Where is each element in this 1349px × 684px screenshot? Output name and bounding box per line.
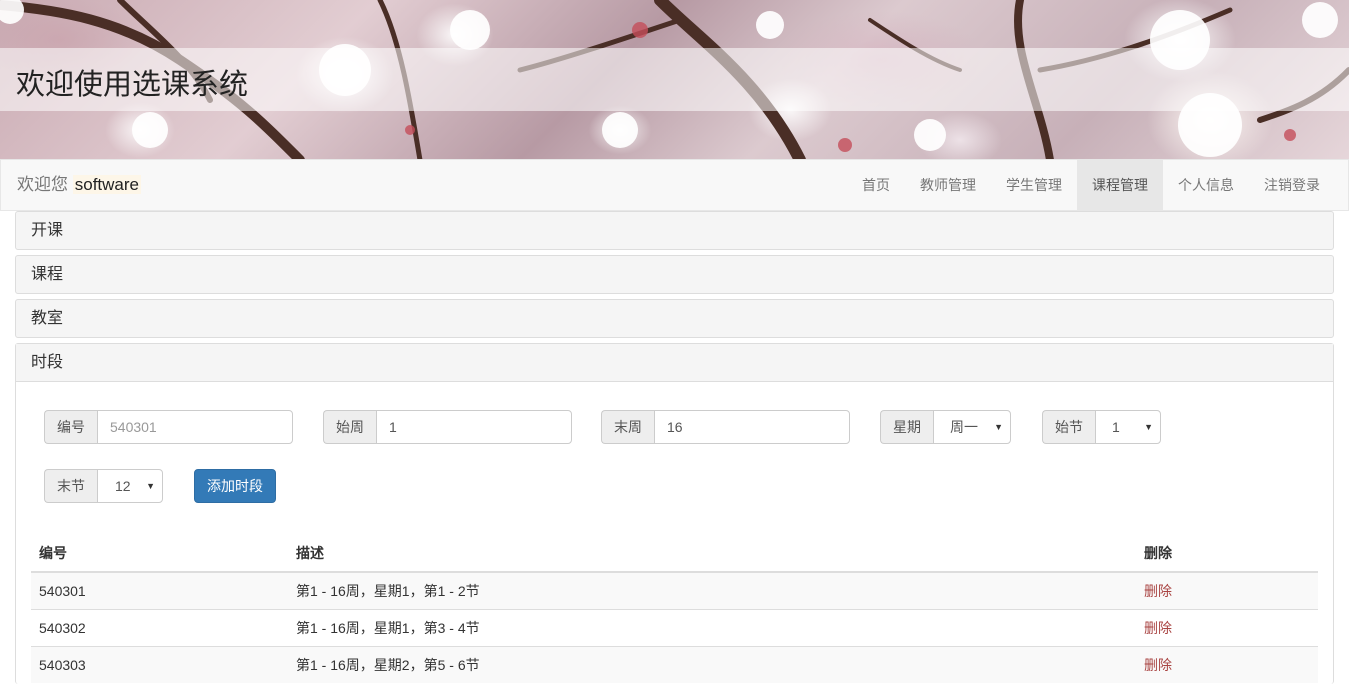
start-period-select-group: 始节 1 ▼	[1042, 410, 1161, 444]
table-row: 540302 第1 - 16周，星期1，第3 - 4节 删除	[31, 609, 1318, 647]
panel-heading-time-slot[interactable]: 时段	[16, 344, 1333, 382]
start-week-input[interactable]	[376, 410, 572, 444]
column-header-description: 描述	[288, 535, 1136, 573]
cell-description: 第1 - 16周，星期1，第1 - 2节	[288, 571, 1136, 610]
delete-link[interactable]: 删除	[1144, 620, 1172, 636]
weekday-select-group: 星期 周一 ▼	[880, 410, 1011, 444]
nav-item-course-management[interactable]: 课程管理	[1077, 160, 1163, 210]
cell-id: 540303	[31, 646, 288, 683]
table-header-row: 编号 描述 删除	[31, 535, 1318, 573]
end-period-select[interactable]: 12 ▼	[97, 469, 163, 503]
id-label: 编号	[44, 410, 97, 444]
cell-id: 540302	[31, 609, 288, 647]
cell-description: 第1 - 16周，星期1，第3 - 4节	[288, 609, 1136, 647]
end-week-input-group: 末周	[601, 410, 850, 444]
weekday-select[interactable]: 周一 ▼	[933, 410, 1011, 444]
nav-item-personal-info[interactable]: 个人信息	[1163, 160, 1249, 210]
cell-id: 540301	[31, 571, 288, 610]
delete-link[interactable]: 删除	[1144, 583, 1172, 599]
panel-open-course: 开课	[15, 211, 1334, 250]
chevron-down-icon: ▼	[1144, 422, 1153, 432]
end-period-selected-value: 12	[115, 478, 131, 494]
id-input[interactable]	[97, 410, 293, 444]
nav-item-teacher-management[interactable]: 教师管理	[905, 160, 991, 210]
nav-item-logout[interactable]: 注销登录	[1249, 160, 1335, 210]
site-title: 欢迎使用选课系统	[16, 67, 249, 101]
panel-course: 课程	[15, 255, 1334, 294]
welcome-prefix: 欢迎您	[17, 175, 68, 194]
table-row: 540301 第1 - 16周，星期1，第1 - 2节 删除	[31, 571, 1318, 610]
chevron-down-icon: ▼	[146, 481, 155, 491]
panel-classroom: 教室	[15, 299, 1334, 338]
start-period-selected-value: 1	[1112, 419, 1120, 435]
top-navbar: 欢迎您 software 首页 教师管理 学生管理 课程管理 个人信息 注销登录	[0, 159, 1349, 211]
time-slot-table: 编号 描述 删除 540301 第1 - 16周，星期1，第1 - 2节 删除 …	[31, 535, 1318, 683]
header-banner: 欢迎使用选课系统	[0, 0, 1349, 160]
start-period-select[interactable]: 1 ▼	[1095, 410, 1161, 444]
panel-heading-open-course[interactable]: 开课	[16, 212, 1333, 249]
weekday-selected-value: 周一	[950, 419, 978, 435]
column-header-delete: 删除	[1136, 535, 1318, 573]
start-period-label: 始节	[1042, 410, 1095, 444]
nav-item-home[interactable]: 首页	[847, 160, 905, 210]
table-row: 540303 第1 - 16周，星期2，第5 - 6节 删除	[31, 646, 1318, 683]
weekday-label: 星期	[880, 410, 933, 444]
delete-link[interactable]: 删除	[1144, 657, 1172, 673]
nav-item-student-management[interactable]: 学生管理	[991, 160, 1077, 210]
start-week-input-group: 始周	[323, 410, 572, 444]
end-week-label: 末周	[601, 410, 654, 444]
username: software	[72, 175, 141, 194]
add-time-slot-button[interactable]: 添加时段	[194, 469, 276, 503]
column-header-id: 编号	[31, 535, 288, 573]
end-period-select-group: 末节 12 ▼	[44, 469, 163, 503]
cell-description: 第1 - 16周，星期2，第5 - 6节	[288, 646, 1136, 683]
chevron-down-icon: ▼	[994, 422, 1003, 432]
end-period-label: 末节	[44, 469, 97, 503]
panel-heading-classroom[interactable]: 教室	[16, 300, 1333, 337]
start-week-label: 始周	[323, 410, 376, 444]
end-week-input[interactable]	[654, 410, 850, 444]
welcome-message: 欢迎您 software	[17, 174, 141, 196]
panel-heading-course[interactable]: 课程	[16, 256, 1333, 293]
nav-menu: 首页 教师管理 学生管理 课程管理 个人信息 注销登录	[847, 160, 1348, 210]
id-input-group: 编号	[44, 410, 293, 444]
